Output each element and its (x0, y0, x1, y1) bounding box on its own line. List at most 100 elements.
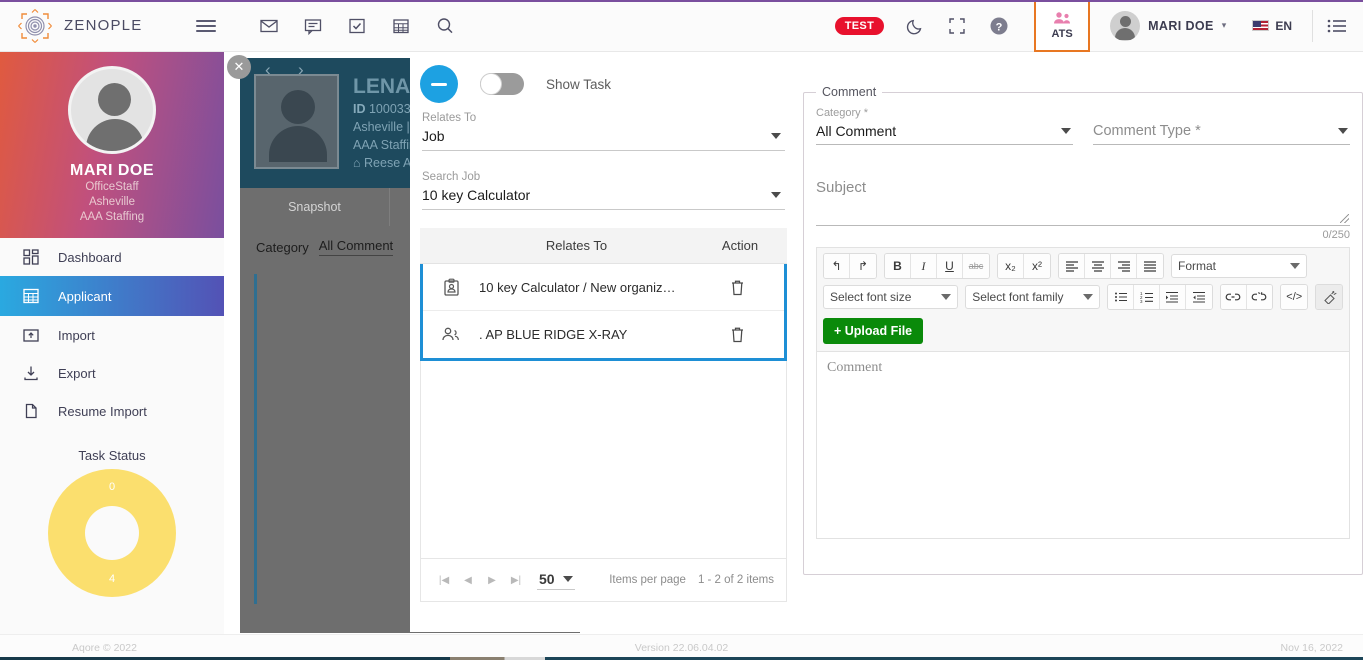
next-page-icon[interactable]: ▶ (481, 569, 503, 591)
profile-avatar[interactable] (68, 66, 156, 154)
align-right-icon[interactable] (1111, 254, 1137, 278)
last-page-icon[interactable]: ▶| (505, 569, 527, 591)
right-rail-toggle[interactable] (1312, 9, 1363, 42)
task-status-title: Task Status (78, 448, 146, 463)
font-family-value: Select font family (972, 290, 1064, 304)
task-check-icon[interactable] (346, 15, 368, 37)
align-group (1058, 253, 1164, 279)
relates-to-select[interactable]: Job (422, 126, 785, 151)
superscript-button[interactable]: x² (1024, 254, 1050, 278)
pagination-info: Items per page 1 - 2 of 2 items (609, 574, 774, 586)
align-center-icon[interactable] (1085, 254, 1111, 278)
profile-company: AAA Staffing (79, 211, 145, 223)
svg-text:?: ? (996, 21, 1003, 33)
table-row[interactable]: . AP BLUE RIDGE X-RAY (423, 311, 784, 358)
subscript-button[interactable]: x₂ (998, 254, 1024, 278)
sidebar-item-label: Resume Import (58, 403, 147, 419)
collapse-button[interactable] (420, 65, 458, 103)
category-value[interactable]: All Comment (318, 238, 394, 256)
clear-format-icon[interactable] (1316, 285, 1342, 309)
link-icon[interactable] (1220, 285, 1247, 309)
font-size-select[interactable]: Select font size (823, 285, 959, 309)
sidebar-item-import[interactable]: Import (0, 316, 224, 354)
underline-button[interactable]: U (937, 254, 963, 278)
clear-group (1315, 284, 1343, 310)
search-icon[interactable] (434, 15, 456, 37)
sidebar-item-resume-import[interactable]: Resume Import (0, 392, 224, 430)
mail-icon[interactable] (258, 15, 280, 37)
sidebar-item-export[interactable]: Export (0, 354, 224, 392)
search-job-select[interactable]: 10 key Calculator (422, 185, 785, 210)
moon-icon[interactable] (906, 16, 926, 36)
sidebar-item-applicant[interactable]: Applicant (0, 276, 224, 316)
pagination-bar: |◀ ◀ ▶ ▶| 50 Items per page 1 - 2 of 2 i… (420, 558, 787, 602)
relates-to-pane: Show Task Relates To Job Search Job 10 k… (410, 52, 795, 632)
menu-toggle-icon[interactable] (196, 19, 216, 32)
sidebar-item-label: Dashboard (58, 249, 122, 265)
chat-icon[interactable] (302, 15, 324, 37)
category-label: Category * (816, 107, 868, 119)
delete-icon[interactable] (690, 279, 784, 296)
sidebar-item-dashboard[interactable]: Dashboard (0, 238, 224, 276)
export-icon (22, 365, 40, 381)
application-root: ZENOPLE TEST ? ATS MARI DOE ▾ EN MARI DO… (0, 0, 1363, 660)
script-group: x₂ x² (997, 253, 1051, 279)
upload-row: + Upload File (817, 316, 1349, 352)
comment-editor-input[interactable]: Comment (817, 352, 1349, 538)
prev-record-icon[interactable]: ‹ (265, 60, 271, 80)
tab-snapshot[interactable]: Snapshot (240, 188, 390, 226)
outdent-icon[interactable] (1185, 285, 1212, 309)
ats-button[interactable]: ATS (1034, 0, 1091, 52)
prev-page-icon[interactable]: ◀ (457, 569, 479, 591)
brand-logo[interactable]: ZENOPLE (0, 7, 170, 45)
bullet-list-icon[interactable] (1108, 285, 1135, 309)
chevron-down-icon (1083, 294, 1094, 300)
chevron-down-icon (941, 294, 952, 300)
numbered-list-icon[interactable]: 123 (1134, 285, 1161, 309)
page-size-select[interactable]: 50 (537, 571, 575, 590)
chevron-down-icon (1061, 128, 1071, 134)
delete-icon[interactable] (690, 326, 784, 343)
user-name: MARI DOE (1148, 18, 1214, 33)
id-badge-icon (423, 278, 479, 297)
chevron-down-icon (1338, 128, 1348, 134)
font-family-select[interactable]: Select font family (965, 285, 1101, 309)
undo-icon[interactable]: ↰ (824, 254, 850, 278)
page-size-value: 50 (539, 570, 555, 587)
donut-bottom-value: 4 (108, 573, 116, 585)
first-page-icon[interactable]: |◀ (433, 569, 455, 591)
next-record-icon[interactable]: › (298, 60, 304, 80)
align-justify-icon[interactable] (1137, 254, 1163, 278)
comment-selects-row: Category * All Comment Comment Type * (816, 107, 1350, 145)
resize-handle-icon[interactable] (1340, 214, 1349, 223)
toggle-knob (480, 73, 502, 95)
sidebar-item-label: Import (58, 327, 95, 343)
people-icon (423, 326, 479, 343)
card-close-left-icon[interactable]: ✕ (227, 55, 251, 79)
show-task-toggle[interactable] (480, 73, 524, 95)
bold-button[interactable]: B (885, 254, 911, 278)
calendar-grid-icon[interactable] (390, 15, 412, 37)
align-left-icon[interactable] (1059, 254, 1085, 278)
format-select[interactable]: Format (1171, 254, 1307, 278)
upload-file-button[interactable]: + Upload File (823, 318, 924, 344)
table-row[interactable]: 10 key Calculator / New organizati... (423, 264, 784, 311)
unlink-icon[interactable] (1246, 285, 1273, 309)
italic-button[interactable]: I (911, 254, 937, 278)
donut-top-value: 0 (108, 481, 116, 493)
user-menu[interactable]: MARI DOE ▾ (1110, 10, 1226, 41)
import-icon (22, 327, 40, 343)
language-selector[interactable]: EN (1252, 19, 1292, 33)
fullscreen-icon[interactable] (948, 17, 966, 35)
editor-toolbar-row-2: Select font size Select font family 123 (817, 284, 1349, 316)
redo-icon[interactable]: ↱ (850, 254, 876, 278)
chevron-down-icon (562, 575, 573, 582)
category-select[interactable]: All Comment (816, 119, 1073, 145)
strikethrough-button[interactable]: abc (963, 254, 989, 278)
source-code-button[interactable]: </> (1281, 285, 1308, 309)
subject-input[interactable] (816, 196, 1350, 226)
chevron-down-icon (1290, 263, 1300, 269)
help-circle-icon[interactable]: ? (988, 15, 1010, 37)
comment-type-select[interactable]: Comment Type * (1093, 119, 1350, 145)
indent-icon[interactable] (1160, 285, 1186, 309)
